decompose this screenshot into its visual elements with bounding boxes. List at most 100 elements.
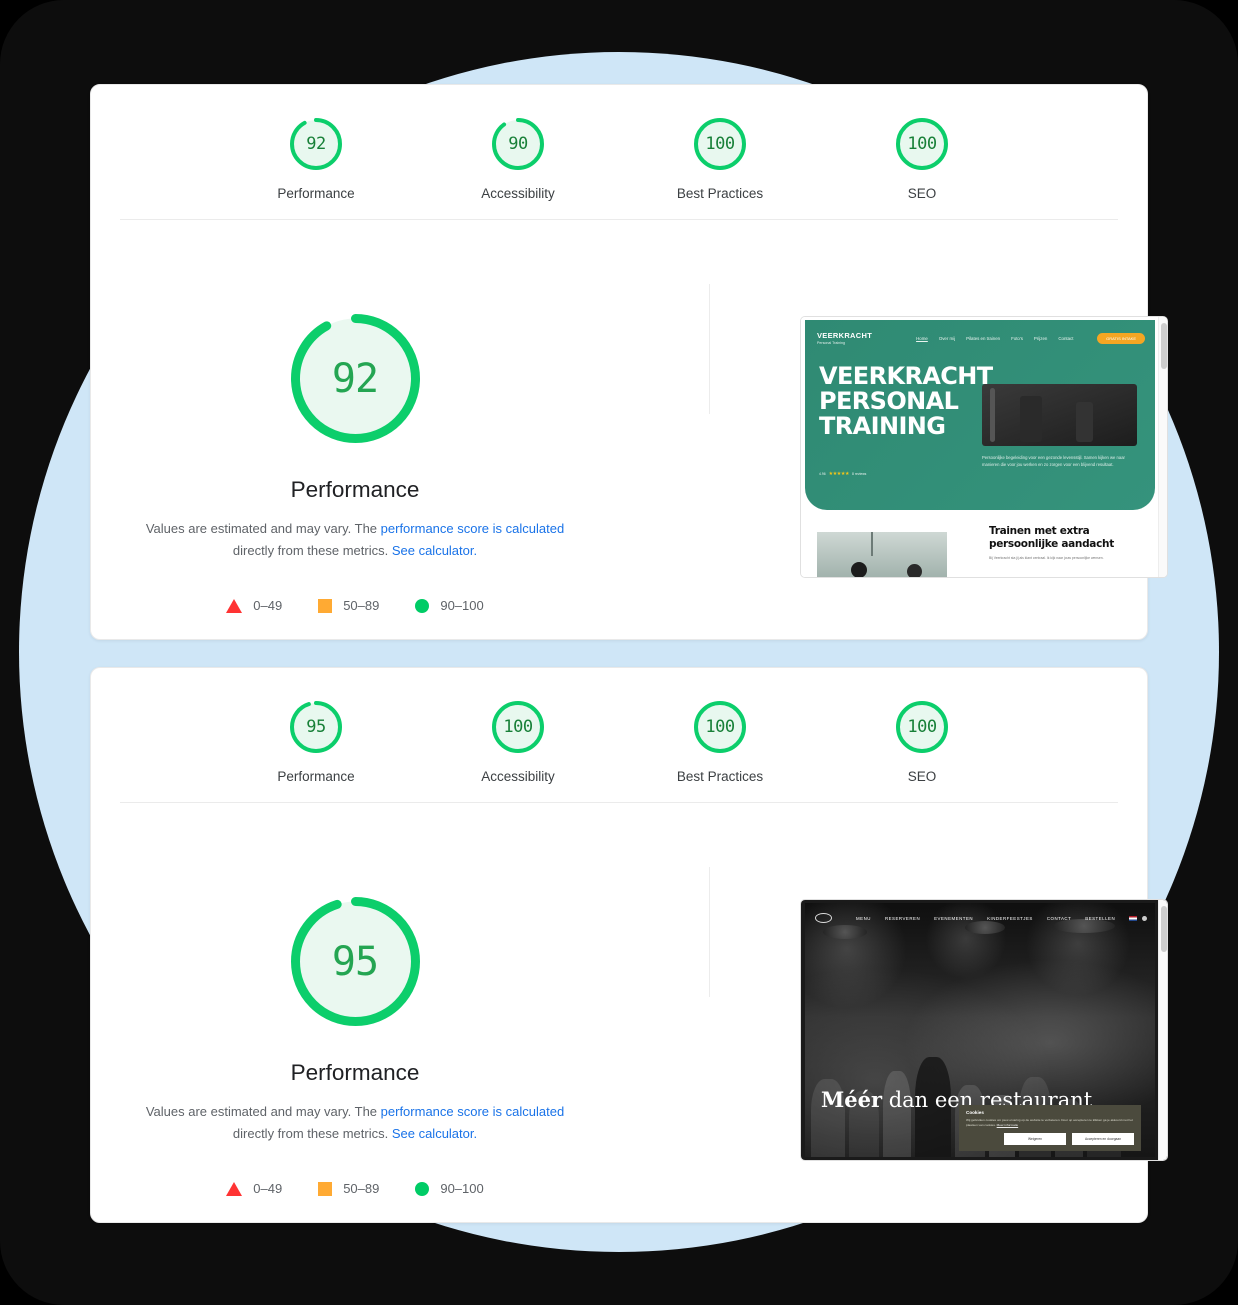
see-calculator-link[interactable]: See calculator. bbox=[392, 1126, 477, 1141]
legend-label: 0–49 bbox=[253, 598, 283, 613]
gauge-value: 100 bbox=[503, 717, 533, 737]
photo-shape bbox=[871, 532, 873, 556]
gauge-label: Best Practices bbox=[676, 769, 764, 784]
logo-primary: VEERKRACHT bbox=[817, 331, 873, 340]
see-calculator-link[interactable]: See calculator. bbox=[392, 543, 477, 558]
performance-score-link[interactable]: performance score is calculated bbox=[381, 521, 565, 536]
mini-gauge-ring: 100 bbox=[692, 699, 748, 755]
vertical-divider bbox=[709, 867, 710, 997]
veerkracht-hero: VEERKRACHT Personal Training Home Over m… bbox=[805, 320, 1155, 510]
section-body: Bij Veerkracht sta jij als klant centraa… bbox=[989, 556, 1104, 560]
nav-item-reserveren[interactable]: RESERVEREN bbox=[885, 916, 920, 921]
thumbnail-scrollbar[interactable] bbox=[1158, 317, 1167, 577]
photo-shape bbox=[990, 388, 995, 442]
thumbnail-scrollbar[interactable] bbox=[1158, 900, 1167, 1160]
score-legend: 0–49 50–89 90–100 bbox=[91, 1181, 619, 1196]
nav-item-pilates[interactable]: Pilates en trainen bbox=[966, 336, 1000, 341]
legend-item-average: 50–89 bbox=[318, 1181, 379, 1196]
gauge-label: SEO bbox=[907, 186, 937, 201]
score-note: Values are estimated and may vary. The p… bbox=[139, 518, 571, 562]
logo-secondary: Personal Training bbox=[817, 341, 845, 345]
screenshot-root: 92 Performance 90 Accessibility 100 Best… bbox=[0, 0, 1238, 1305]
legend-item-pass: 90–100 bbox=[415, 598, 484, 613]
photo-shape bbox=[823, 925, 867, 939]
gauge-seo[interactable]: 100 SEO bbox=[856, 699, 988, 784]
gauge-seo[interactable]: 100 SEO bbox=[856, 116, 988, 201]
gauge-performance[interactable]: 95 Performance bbox=[250, 699, 382, 784]
section-photo bbox=[817, 532, 947, 577]
gauge-label: SEO bbox=[907, 769, 937, 784]
gauge-value: 92 bbox=[306, 134, 326, 154]
restaurant-logo[interactable] bbox=[815, 913, 832, 923]
nav-item-bestellen[interactable]: BESTELLEN bbox=[1085, 916, 1115, 921]
nav-item-evenementen[interactable]: EVENEMENTEN bbox=[934, 916, 973, 921]
gauge-performance[interactable]: 92 Performance bbox=[250, 116, 382, 201]
star-icon: ★★★★★ bbox=[828, 471, 850, 477]
cookie-accept-button[interactable]: Accepteren en doorgaan bbox=[1072, 1133, 1134, 1145]
nav-item-kinderfeestjes[interactable]: KINDERFEESTJES bbox=[987, 916, 1033, 921]
hero-photo bbox=[982, 384, 1137, 446]
cta-button[interactable]: GRATIS INTAKE bbox=[1097, 332, 1145, 344]
performance-score-link[interactable]: performance score is calculated bbox=[381, 1104, 565, 1119]
website-screenshot-veerkracht[interactable]: VEERKRACHT Personal Training Home Over m… bbox=[800, 316, 1168, 578]
website-screenshot-restaurant[interactable]: MENU RESERVEREN EVENEMENTEN KINDERFEESTJ… bbox=[800, 899, 1168, 1161]
square-icon bbox=[318, 1181, 333, 1196]
photo-shape bbox=[851, 562, 867, 577]
note-text-2: directly from these metrics. bbox=[232, 543, 392, 558]
performance-summary: 95 Performance Values are estimated and … bbox=[91, 837, 619, 1196]
score-note: Values are estimated and may vary. The p… bbox=[139, 1101, 571, 1145]
gauge-label: Accessibility bbox=[481, 769, 555, 784]
cookie-actions: Weigeren Accepteren en doorgaan bbox=[1004, 1133, 1134, 1145]
cookie-title: Cookies bbox=[966, 1110, 984, 1115]
mini-gauge-ring: 100 bbox=[894, 699, 950, 755]
photo-shape bbox=[1076, 402, 1093, 442]
hero-rating: 4.96 ★★★★★ 8 reviews bbox=[819, 471, 866, 477]
cookie-banner: Cookies Wij gebruiken cookies om jouw er… bbox=[959, 1105, 1141, 1151]
note-text-1: Values are estimated and may vary. The bbox=[145, 1104, 381, 1119]
score-legend: 0–49 50–89 90–100 bbox=[91, 598, 619, 613]
scrollbar-thumb[interactable] bbox=[1160, 906, 1167, 952]
gauge-accessibility[interactable]: 90 Accessibility bbox=[452, 116, 584, 201]
big-gauge-value: 95 bbox=[331, 938, 379, 985]
rating-score: 4.96 bbox=[819, 472, 826, 476]
nav-item-prijzen[interactable]: Prijzen bbox=[1034, 336, 1047, 341]
gauge-label: Performance bbox=[277, 769, 355, 784]
hero-headline: VEERKRACHT PERSONAL TRAINING bbox=[819, 362, 993, 440]
nav-item-contact[interactable]: Contact bbox=[1058, 336, 1073, 341]
gauge-label: Performance bbox=[277, 186, 355, 201]
gauge-value: 100 bbox=[705, 717, 735, 737]
cookie-body: Wij gebruiken cookies om jouw ervaring o… bbox=[966, 1118, 1134, 1127]
scrollbar-thumb[interactable] bbox=[1160, 323, 1167, 369]
mini-gauge-ring: 90 bbox=[490, 116, 546, 172]
triangle-icon bbox=[226, 1181, 243, 1196]
language-flag-icon[interactable] bbox=[1129, 915, 1137, 921]
nav-item-over-mij[interactable]: Over mij bbox=[939, 336, 955, 341]
gauge-summary-strip: 95 Performance 100 Accessibility 100 Bes… bbox=[91, 668, 1147, 802]
nav-item-home[interactable]: Home bbox=[916, 336, 928, 341]
gauge-label: Accessibility bbox=[481, 186, 555, 201]
veerkracht-menu: Home Over mij Pilates en trainen Foto's … bbox=[916, 336, 1073, 341]
thumbnail-viewport: MENU RESERVEREN EVENEMENTEN KINDERFEESTJ… bbox=[801, 900, 1167, 1160]
gauge-best-practices[interactable]: 100 Best Practices bbox=[654, 116, 786, 201]
nav-item-fotos[interactable]: Foto's bbox=[1011, 336, 1023, 341]
veerkracht-logo[interactable]: VEERKRACHT Personal Training bbox=[817, 331, 872, 345]
cookie-body-text: Wij gebruiken cookies om jouw ervaring o… bbox=[966, 1118, 1133, 1127]
legend-label: 0–49 bbox=[253, 1181, 283, 1196]
photo-shape bbox=[1020, 396, 1042, 442]
veerkracht-page: VEERKRACHT Personal Training Home Over m… bbox=[801, 317, 1167, 577]
big-gauge-performance: 92 bbox=[283, 306, 428, 451]
gauge-accessibility[interactable]: 100 Accessibility bbox=[452, 699, 584, 784]
nav-item-contact[interactable]: CONTACT bbox=[1047, 916, 1071, 921]
circle-icon bbox=[415, 1181, 430, 1196]
big-gauge-value: 92 bbox=[331, 355, 379, 402]
legend-item-fail: 0–49 bbox=[226, 1181, 282, 1196]
hero-photo: MENU RESERVEREN EVENEMENTEN KINDERFEESTJ… bbox=[805, 903, 1155, 1157]
legend-label: 50–89 bbox=[343, 1181, 380, 1196]
legend-label: 90–100 bbox=[440, 598, 484, 613]
gauge-best-practices[interactable]: 100 Best Practices bbox=[654, 699, 786, 784]
mini-gauge-ring: 100 bbox=[490, 699, 546, 755]
cookie-more-link[interactable]: Meer informatie bbox=[997, 1123, 1019, 1127]
menu-dot-icon[interactable] bbox=[1142, 915, 1147, 921]
cookie-decline-button[interactable]: Weigeren bbox=[1004, 1133, 1066, 1145]
nav-item-menu[interactable]: MENU bbox=[856, 916, 871, 921]
